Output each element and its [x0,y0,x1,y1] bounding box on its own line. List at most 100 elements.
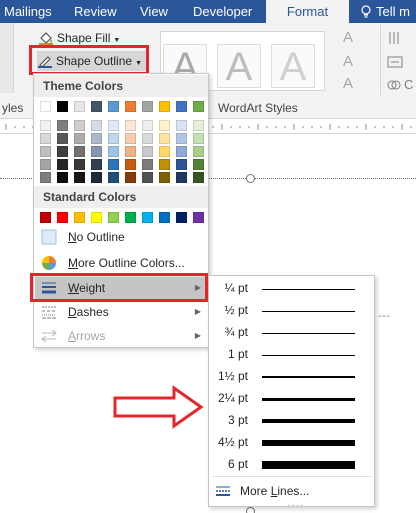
weight-option[interactable]: 4½ pt [210,432,375,454]
theme-color-shade-swatch[interactable] [108,120,119,131]
shape-styles-gallery-edge[interactable] [0,23,14,93]
theme-color-shade-swatch[interactable] [40,159,51,170]
theme-color-shade-swatch[interactable] [74,133,85,144]
theme-color-shade-swatch[interactable] [108,146,119,157]
no-outline-item[interactable]: No Outline [35,226,209,248]
standard-color-swatch[interactable] [159,212,170,223]
theme-color-shade-swatch[interactable] [176,159,187,170]
align-text-icon[interactable] [387,55,403,69]
theme-color-shade-swatch[interactable] [40,172,51,183]
theme-color-shade-swatch[interactable] [176,133,187,144]
theme-color-shade-swatch[interactable] [108,172,119,183]
theme-color-shade-swatch[interactable] [40,120,51,131]
theme-color-swatch[interactable] [57,101,68,112]
theme-color-swatch[interactable] [159,101,170,112]
theme-color-shade-swatch[interactable] [176,172,187,183]
standard-color-swatch[interactable] [193,212,204,223]
standard-color-swatch[interactable] [40,212,51,223]
weight-option[interactable]: 6 pt [210,454,375,476]
text-direction-icon[interactable] [387,31,403,45]
text-effects-letter[interactable]: A [343,75,353,92]
theme-color-shade-swatch[interactable] [57,120,68,131]
tab-review[interactable]: Review [74,0,117,23]
create-link-letter[interactable]: C [404,77,413,92]
theme-color-swatch[interactable] [40,101,51,112]
weight-option[interactable]: ¾ pt [210,322,375,344]
theme-color-shade-swatch[interactable] [193,159,204,170]
weight-option[interactable]: 1½ pt [210,366,375,388]
arrows-item[interactable]: Arrows ▶ [35,325,209,347]
weight-option[interactable]: 2¼ pt [210,388,375,410]
text-outline-letter[interactable]: A [343,53,353,70]
standard-color-swatch[interactable] [176,212,187,223]
theme-color-shade-swatch[interactable] [91,172,102,183]
theme-color-shade-swatch[interactable] [40,133,51,144]
standard-color-swatch[interactable] [91,212,102,223]
theme-color-shade-swatch[interactable] [193,146,204,157]
theme-color-shade-swatch[interactable] [74,146,85,157]
theme-color-shade-swatch[interactable] [125,146,136,157]
theme-color-swatch[interactable] [91,101,102,112]
theme-color-shade-swatch[interactable] [159,146,170,157]
theme-color-shade-swatch[interactable] [57,133,68,144]
weight-option[interactable]: 3 pt [210,410,375,432]
theme-color-shade-swatch[interactable] [193,120,204,131]
tab-view[interactable]: View [140,0,168,23]
tab-format[interactable]: Format [266,0,349,23]
standard-color-swatch[interactable] [57,212,68,223]
tab-tell-me[interactable]: Tell m [358,0,410,23]
theme-color-shade-swatch[interactable] [176,120,187,131]
weight-option[interactable]: 1 pt [210,344,375,366]
theme-color-shade-swatch[interactable] [125,172,136,183]
dashes-item[interactable]: Dashes ▶ [35,301,209,323]
standard-color-swatch[interactable] [125,212,136,223]
wordart-style-3[interactable]: A [271,44,315,89]
theme-color-shade-swatch[interactable] [91,133,102,144]
theme-color-shade-swatch[interactable] [91,120,102,131]
theme-color-shade-swatch[interactable] [74,120,85,131]
theme-color-shade-swatch[interactable] [142,146,153,157]
resize-grip-icon[interactable]: ···· [287,500,304,511]
resize-handle-bottom[interactable] [246,507,255,513]
theme-color-shade-swatch[interactable] [125,159,136,170]
create-link-icon[interactable] [387,78,401,92]
theme-color-shade-swatch[interactable] [159,159,170,170]
theme-color-shade-swatch[interactable] [74,159,85,170]
standard-color-swatch[interactable] [108,212,119,223]
theme-color-shade-swatch[interactable] [193,172,204,183]
weight-option[interactable]: ½ pt [210,300,375,322]
weight-option[interactable]: ¼ pt [210,278,375,300]
theme-color-shade-swatch[interactable] [159,133,170,144]
theme-color-swatch[interactable] [125,101,136,112]
theme-color-shade-swatch[interactable] [91,146,102,157]
more-lines-item[interactable]: More Lines... [210,480,375,502]
theme-color-shade-swatch[interactable] [142,133,153,144]
theme-color-shade-swatch[interactable] [159,172,170,183]
text-fill-letter[interactable]: A [343,29,353,46]
theme-color-shade-swatch[interactable] [57,172,68,183]
theme-color-shade-swatch[interactable] [193,133,204,144]
tab-mailings[interactable]: Mailings [4,0,52,23]
theme-color-shade-swatch[interactable] [142,172,153,183]
theme-color-shade-swatch[interactable] [108,159,119,170]
theme-color-shade-swatch[interactable] [159,120,170,131]
theme-color-shade-swatch[interactable] [108,133,119,144]
theme-color-shade-swatch[interactable] [125,133,136,144]
theme-color-shade-swatch[interactable] [176,146,187,157]
theme-color-shade-swatch[interactable] [57,159,68,170]
theme-color-swatch[interactable] [176,101,187,112]
theme-color-shade-swatch[interactable] [57,146,68,157]
theme-color-shade-swatch[interactable] [142,159,153,170]
standard-color-swatch[interactable] [142,212,153,223]
theme-color-swatch[interactable] [142,101,153,112]
theme-color-shade-swatch[interactable] [40,146,51,157]
theme-color-swatch[interactable] [193,101,204,112]
theme-color-shade-swatch[interactable] [91,159,102,170]
theme-color-shade-swatch[interactable] [125,120,136,131]
resize-handle-top[interactable] [246,174,255,183]
more-outline-colors-item[interactable]: More Outline Colors... [35,252,209,274]
standard-color-swatch[interactable] [74,212,85,223]
theme-color-swatch[interactable] [74,101,85,112]
wordart-style-2[interactable]: A [217,44,261,89]
theme-color-shade-swatch[interactable] [74,172,85,183]
